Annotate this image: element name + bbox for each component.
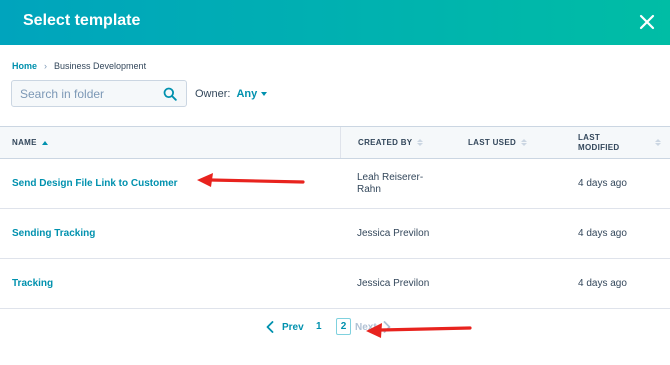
modal-header: Select template <box>0 0 670 45</box>
template-name-link[interactable]: Tracking <box>12 278 53 289</box>
owner-dropdown[interactable]: Any <box>236 88 257 100</box>
sort-icon <box>417 139 424 146</box>
page-2-button[interactable]: 2 <box>336 318 351 335</box>
column-header-name[interactable]: NAME <box>12 127 48 158</box>
breadcrumb: Home › Business Development <box>12 61 146 71</box>
search-input[interactable] <box>12 81 162 106</box>
column-header-created-by-label: CREATED BY <box>358 138 413 147</box>
caret-down-icon[interactable] <box>261 92 268 96</box>
table-row: Tracking Jessica Previlon 4 days ago <box>0 259 670 309</box>
created-by-cell: Leah Reiserer- Rahn <box>357 172 447 196</box>
breadcrumb-home-link[interactable]: Home <box>12 61 37 71</box>
created-by-text: Rahn <box>357 184 381 195</box>
created-by-text: Jessica Previlon <box>357 228 430 239</box>
table-row: Sending Tracking Jessica Previlon 4 days… <box>0 209 670 259</box>
owner-filter: Owner: Any <box>195 88 268 100</box>
prev-page-label: Prev <box>282 321 304 333</box>
last-modified-cell: 4 days ago <box>578 178 627 189</box>
pagination: Prev 1 2 Next <box>0 318 670 338</box>
column-header-last-modified-label: LAST <box>578 132 601 142</box>
column-header-last-used-label: LAST USED <box>468 138 517 147</box>
prev-page-button[interactable]: Prev <box>266 321 304 333</box>
column-header-name-label: NAME <box>12 138 37 147</box>
next-page-label: Next <box>355 321 377 333</box>
template-name-link[interactable]: Sending Tracking <box>12 228 95 239</box>
sort-icon <box>521 139 528 146</box>
column-header-last-modified[interactable]: LAST MODIFIED <box>578 127 620 158</box>
last-modified-cell: 4 days ago <box>578 278 627 289</box>
chevron-left-icon <box>266 321 274 333</box>
search-icon[interactable] <box>163 87 177 101</box>
search-box <box>11 80 187 107</box>
modal-title: Select template <box>23 12 141 29</box>
sort-icon[interactable] <box>655 139 661 146</box>
template-name-link[interactable]: Send Design File Link to Customer <box>12 178 178 189</box>
table-header: NAME CREATED BY LAST USED LAST MODIFIED <box>0 126 670 159</box>
next-page-button[interactable]: Next <box>355 321 391 333</box>
column-header-last-used[interactable]: LAST USED <box>468 127 528 158</box>
created-by-text: Leah Reiserer- <box>357 172 424 183</box>
page-1-button[interactable]: 1 <box>316 321 322 332</box>
created-by-text: Jessica Previlon <box>357 278 430 289</box>
created-by-cell: Jessica Previlon <box>357 278 447 290</box>
breadcrumb-current: Business Development <box>54 61 147 71</box>
column-header-created-by[interactable]: CREATED BY <box>340 127 450 158</box>
owner-label: Owner: <box>195 88 231 100</box>
breadcrumb-separator: › <box>44 61 48 71</box>
sort-ascending-icon <box>41 140 48 145</box>
close-icon[interactable] <box>636 11 658 33</box>
templates-table: NAME CREATED BY LAST USED LAST MODIFIED … <box>0 126 670 309</box>
chevron-right-icon <box>383 321 391 333</box>
created-by-cell: Jessica Previlon <box>357 228 447 240</box>
column-header-last-modified-label: MODIFIED <box>578 142 620 152</box>
table-row: Send Design File Link to Customer Leah R… <box>0 159 670 209</box>
last-modified-cell: 4 days ago <box>578 228 627 239</box>
